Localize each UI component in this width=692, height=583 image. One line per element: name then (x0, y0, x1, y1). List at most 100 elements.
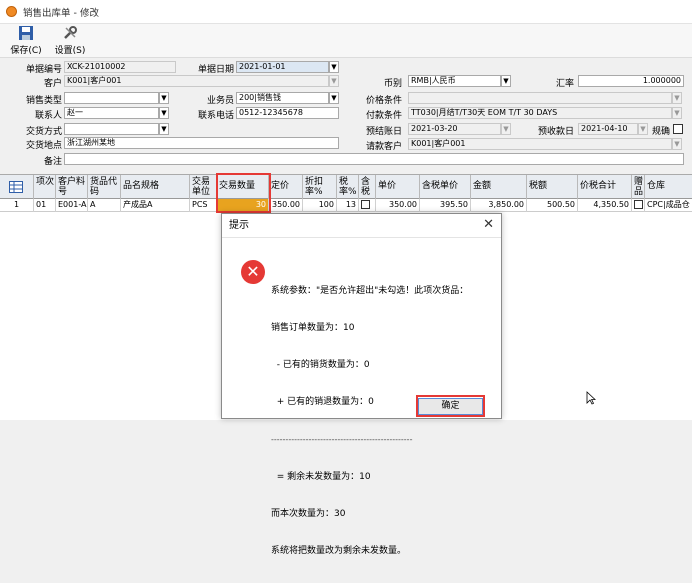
doc-date-dropdown[interactable]: ▼ (329, 61, 339, 73)
col-header-item-code[interactable]: 货品代码 (88, 175, 121, 199)
cell-list-price[interactable]: 350.00 (269, 199, 303, 212)
contact-field[interactable]: 赵一 (64, 107, 159, 119)
dialog-title: 提示 (222, 214, 501, 238)
cell-item-code[interactable]: A (88, 199, 121, 212)
gift-checkbox[interactable] (634, 200, 643, 209)
message-line: 系统将把数量改为剩余未发数量。 (271, 546, 407, 557)
settings-button[interactable]: 设置(S) (52, 25, 88, 56)
sales-type-dropdown[interactable]: ▼ (159, 92, 169, 104)
col-header-total[interactable]: 价税合计 (578, 175, 632, 199)
col-header-unit-price[interactable]: 单价 (376, 175, 420, 199)
remark-label: 备注 (43, 157, 62, 167)
col-header-tax[interactable]: 税额 (527, 175, 578, 199)
spec-checkbox[interactable] (673, 124, 683, 134)
cell-tax-rate[interactable]: 13 (337, 199, 359, 212)
currency-field[interactable]: RMB|人民币 (408, 75, 501, 87)
col-header-seq[interactable]: 项次 (34, 175, 56, 199)
cell-discount[interactable]: 100 (303, 199, 337, 212)
contact-dropdown[interactable]: ▼ (159, 107, 169, 119)
close-icon[interactable]: ✕ (483, 218, 494, 232)
doc-no-field[interactable]: XCK-21010002 (64, 61, 176, 73)
salesman-field[interactable]: 200|销售钱 (236, 92, 329, 104)
grid-menu-cell[interactable] (0, 175, 34, 199)
col-header-tax-unit-price[interactable]: 含税单价 (420, 175, 471, 199)
price-cond-label: 价格条件 (365, 96, 402, 106)
delivery-place-field[interactable]: 浙江湖州某地 (64, 137, 339, 149)
customer-dropdown[interactable]: ▼ (329, 75, 339, 87)
message-line: 系统参数："是否允许超出"未勾选！此项次货品： (271, 285, 469, 296)
est-account-date-field[interactable]: 2021-03-20 (408, 123, 501, 135)
message-line: - 已有的销货数量为：0 (271, 360, 370, 371)
col-header-gift[interactable]: 赠品 (632, 175, 645, 199)
est-receipt-date-dropdown[interactable]: ▼ (638, 123, 648, 135)
header-form: 单据编号 XCK-21010002 单据日期 2021-01-01 ▼ 客户 K… (0, 58, 692, 174)
cell-unit-price[interactable]: 350.00 (376, 199, 420, 212)
pay-cond-dropdown[interactable]: ▼ (672, 107, 682, 119)
window-title: 销售出库单 - 修改 (23, 7, 99, 19)
cell-tax-unit-price[interactable]: 395.50 (420, 199, 471, 212)
col-header-discount[interactable]: 折扣率% (303, 175, 337, 199)
est-receipt-date-label: 预收款日 (537, 127, 574, 137)
cell-warehouse[interactable]: CPC|成品仓 (645, 199, 692, 212)
tax-incl-checkbox[interactable] (361, 200, 370, 209)
title-bar: 销售出库单 - 修改 (0, 0, 692, 24)
pay-cond-label: 付款条件 (365, 111, 402, 121)
rate-field[interactable]: 1.000000 (578, 75, 684, 87)
cell-cust-part[interactable]: E001-A (56, 199, 88, 212)
bill-customer-field[interactable]: K001|客户001 (408, 138, 672, 150)
bill-customer-label: 请款客户 (365, 142, 402, 152)
col-header-cust-part[interactable]: 客户料号 (56, 175, 88, 199)
qty-highlight (216, 173, 271, 213)
message-line: 而本次数量为：30 (271, 509, 346, 520)
settings-icon (64, 26, 77, 39)
contact-phone-label: 联系电话 (197, 111, 234, 121)
cell-gift[interactable] (632, 199, 645, 212)
col-header-tax-rate[interactable]: 税率% (337, 175, 359, 199)
delivery-method-dropdown[interactable]: ▼ (159, 123, 169, 135)
rate-label: 汇率 (555, 79, 574, 89)
cell-total[interactable]: 4,350.50 (578, 199, 632, 212)
cell-name-spec[interactable]: 产成品A (121, 199, 190, 212)
table-row[interactable]: 1 01 E001-A A 产成品A PCS 30 350.00 100 13 … (0, 199, 692, 212)
message-line: ----------------------------------------… (271, 434, 413, 444)
price-cond-field[interactable] (408, 92, 672, 104)
cell-tax-incl[interactable] (359, 199, 376, 212)
settings-label: 设置(S) (54, 46, 86, 56)
salesman-label: 业务员 (206, 96, 234, 106)
contact-phone-field[interactable]: 0512-12345678 (236, 107, 339, 119)
row-number: 1 (0, 199, 34, 212)
est-account-date-dropdown[interactable]: ▼ (501, 123, 511, 135)
cell-unit[interactable]: PCS (190, 199, 217, 212)
col-header-name-spec[interactable]: 品名规格 (121, 175, 190, 199)
salesman-dropdown[interactable]: ▼ (329, 92, 339, 104)
sales-type-field[interactable] (64, 92, 159, 104)
cell-amount[interactable]: 3,850.00 (471, 199, 527, 212)
pay-cond-field[interactable]: TT030|月结T/T30天 EOM T/T 30 DAYS (408, 107, 672, 119)
col-header-unit[interactable]: 交易单位 (190, 175, 217, 199)
col-header-list-price[interactable]: 定价 (269, 175, 303, 199)
save-button[interactable]: 保存(C) (8, 25, 44, 56)
doc-date-field[interactable]: 2021-01-01 (236, 61, 329, 73)
alert-dialog: 提示 ✕ ✕ 系统参数："是否允许超出"未勾选！此项次货品： 销售订单数量为：1… (221, 213, 502, 556)
est-receipt-date-field[interactable]: 2021-04-10 (578, 123, 638, 135)
grid-header: 项次 客户料号 货品代码 品名规格 交易单位 交易数量 定价 折扣率% 税率% … (0, 175, 692, 199)
save-icon (19, 26, 33, 40)
col-header-warehouse[interactable]: 仓库 (645, 175, 692, 199)
remark-field[interactable] (64, 153, 684, 165)
price-cond-dropdown[interactable]: ▼ (672, 92, 682, 104)
spec-label: 规确 (651, 127, 670, 137)
col-header-tax-incl[interactable]: 含税 (359, 175, 376, 199)
currency-label: 币别 (383, 79, 402, 89)
dialog-message: 系统参数："是否允许超出"未勾选！此项次货品： 销售订单数量为：10 - 已有的… (271, 260, 496, 583)
error-icon: ✕ (241, 260, 265, 284)
toolbar: 保存(C) 设置(S) (0, 24, 692, 58)
cell-seq[interactable]: 01 (34, 199, 56, 212)
col-header-amount[interactable]: 金额 (471, 175, 527, 199)
delivery-method-field[interactable] (64, 123, 159, 135)
ok-highlight (416, 395, 485, 417)
cell-tax[interactable]: 500.50 (527, 199, 578, 212)
cursor-icon (586, 391, 596, 405)
bill-customer-dropdown[interactable]: ▼ (672, 138, 682, 150)
currency-dropdown[interactable]: ▼ (501, 75, 511, 87)
customer-field[interactable]: K001|客户001 (64, 75, 329, 87)
